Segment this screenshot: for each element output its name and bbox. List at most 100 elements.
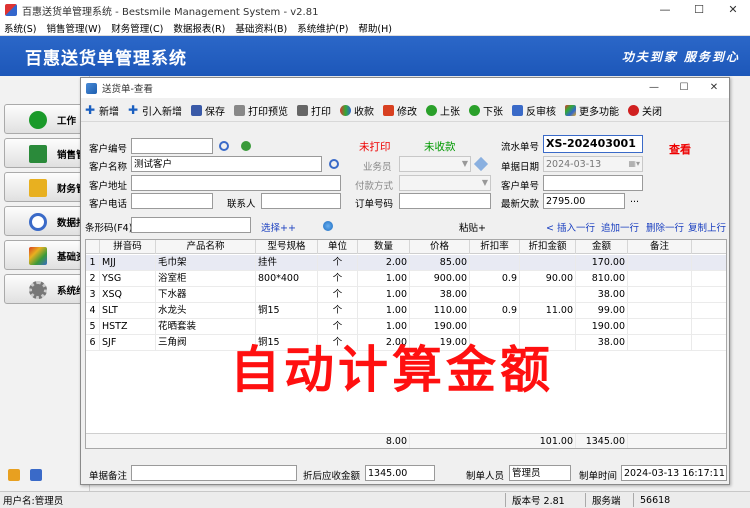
cell-pinyin-code[interactable]: XSQ	[100, 287, 156, 303]
sidebar-item-workbench[interactable]: 工作	[4, 104, 90, 134]
cell-price[interactable]: 38.00	[410, 287, 470, 303]
salesman-select[interactable]: ▼	[399, 156, 471, 172]
cell-amount[interactable]: 810.00	[576, 271, 628, 287]
cell-product-name[interactable]: 浴室柜	[156, 271, 256, 287]
cell-amount[interactable]: 170.00	[576, 255, 628, 271]
column-header[interactable]: 折扣金额	[520, 240, 576, 254]
cell-pinyin-code[interactable]: SJF	[100, 335, 156, 351]
more-dots-icon[interactable]: ...	[630, 194, 639, 205]
cell-model-spec[interactable]	[256, 287, 318, 303]
cell-price[interactable]: 85.00	[410, 255, 470, 271]
cell-price[interactable]: 110.00	[410, 303, 470, 319]
cell-unit[interactable]: 个	[318, 287, 358, 303]
cell-remark[interactable]	[628, 335, 692, 351]
copy-up-link[interactable]: 复制上行	[688, 220, 726, 234]
sidebar-item-sales[interactable]: 销售管	[4, 138, 90, 168]
payment-method-select[interactable]: ▼	[399, 175, 491, 191]
child-close-icon[interactable]: ✕	[699, 78, 729, 98]
cell-amount[interactable]: 190.00	[576, 319, 628, 335]
previous-button[interactable]: 上张	[426, 103, 460, 118]
document-date-field[interactable]: 2024-03-13 ▦▾	[543, 156, 643, 172]
cell-discount-rate[interactable]	[470, 255, 520, 271]
cell-pinyin-code[interactable]: HSTZ	[100, 319, 156, 335]
cell-pinyin-code[interactable]: SLT	[100, 303, 156, 319]
column-header[interactable]: 折扣率	[470, 240, 520, 254]
menu-sales[interactable]: 销售管理(W)	[46, 21, 101, 35]
insert-row-link[interactable]: < 插入一行	[546, 220, 595, 234]
table-row[interactable]: 3 XSQ 下水器个 1.00 38.00 38.00	[86, 287, 726, 303]
column-header[interactable]: 价格	[410, 240, 470, 254]
eraser-icon[interactable]	[473, 156, 489, 172]
maximize-icon[interactable]: ☐	[682, 0, 716, 20]
order-number-field[interactable]	[399, 193, 491, 209]
table-row[interactable]: 4 SLT 水龙头 铜15 个 1.00 110.00 0.9 11.00 99.00	[86, 303, 726, 319]
cell-product-name[interactable]: 毛巾架	[156, 255, 256, 271]
cell-amount[interactable]: 38.00	[576, 335, 628, 351]
cell-pinyin-code[interactable]: MJJ	[100, 255, 156, 271]
cell-unit[interactable]: 个	[318, 255, 358, 271]
menu-maintenance[interactable]: 系统维护(P)	[297, 21, 348, 35]
close-icon[interactable]: ✕	[716, 0, 750, 20]
search-icon[interactable]	[219, 141, 229, 151]
contact-field[interactable]	[261, 193, 341, 209]
cell-product-name[interactable]: 下水器	[156, 287, 256, 303]
paste-more-link[interactable]: 粘贴+	[459, 220, 486, 234]
refresh-icon[interactable]	[241, 141, 251, 151]
child-maximize-icon[interactable]: ☐	[669, 78, 699, 98]
serial-number-field[interactable]: XS-202403001	[543, 135, 643, 153]
print-preview-button[interactable]: 打印预览	[234, 103, 288, 118]
cell-amount[interactable]: 38.00	[576, 287, 628, 303]
cell-discount-amount[interactable]	[520, 287, 576, 303]
column-header[interactable]: 单位	[318, 240, 358, 254]
column-header[interactable]: 备注	[628, 240, 692, 254]
delete-row-link[interactable]: 删除一行	[646, 220, 684, 234]
unapprove-button[interactable]: 反审核	[512, 103, 556, 118]
sidebar-item-basic[interactable]: 基础资	[4, 240, 90, 270]
customer-name-field[interactable]: 测试客户	[131, 156, 322, 172]
column-header[interactable]: 拼音码	[100, 240, 156, 254]
cell-discount-amount[interactable]: 11.00	[520, 303, 576, 319]
cell-remark[interactable]	[628, 319, 692, 335]
save-button[interactable]: 保存	[191, 103, 225, 118]
more-functions-button[interactable]: 更多功能	[565, 103, 619, 118]
cell-model-spec[interactable]: 铜15	[256, 303, 318, 319]
table-row[interactable]: 1 MJJ 毛巾架 挂件个 2.00 85.00 170.00	[86, 255, 726, 271]
print-button[interactable]: 打印	[297, 103, 331, 118]
cell-product-name[interactable]: 水龙头	[156, 303, 256, 319]
table-row[interactable]: 2 YSG 浴室柜 800*400 个 1.00 900.00 0.9 90.00 810.00	[86, 271, 726, 287]
cell-discount-rate[interactable]	[470, 287, 520, 303]
menu-basic-data[interactable]: 基础资料(B)	[235, 21, 287, 35]
customer-address-field[interactable]	[131, 175, 341, 191]
close-button[interactable]: 关闭	[628, 103, 662, 118]
select-more-link[interactable]: 选择++	[261, 220, 296, 234]
column-header[interactable]: 型号规格	[256, 240, 318, 254]
customer-phone-field[interactable]	[131, 193, 213, 209]
column-header[interactable]: 产品名称	[156, 240, 256, 254]
cell-price[interactable]: 900.00	[410, 271, 470, 287]
cell-quantity[interactable]: 2.00	[358, 255, 410, 271]
append-row-link[interactable]: 追加一行	[601, 220, 639, 234]
barcode-input[interactable]	[131, 217, 251, 233]
cell-model-spec[interactable]: 800*400	[256, 271, 318, 287]
cell-remark[interactable]	[628, 271, 692, 287]
search-icon[interactable]	[329, 159, 339, 169]
customer-order-field[interactable]	[543, 175, 643, 191]
cell-quantity[interactable]: 1.00	[358, 271, 410, 287]
cell-remark[interactable]	[628, 303, 692, 319]
cell-discount-rate[interactable]: 0.9	[470, 303, 520, 319]
cell-quantity[interactable]: 1.00	[358, 303, 410, 319]
menu-finance[interactable]: 财务管理(C)	[111, 21, 163, 35]
cell-remark[interactable]	[628, 287, 692, 303]
tray-icon[interactable]	[30, 469, 42, 481]
column-header[interactable]: 金额	[576, 240, 628, 254]
cell-pinyin-code[interactable]: YSG	[100, 271, 156, 287]
column-header[interactable]: 数量	[358, 240, 410, 254]
sidebar-item-finance[interactable]: 财务管	[4, 172, 90, 202]
edit-button[interactable]: 修改	[383, 103, 417, 118]
cell-unit[interactable]: 个	[318, 303, 358, 319]
cell-amount[interactable]: 99.00	[576, 303, 628, 319]
globe-icon[interactable]	[323, 221, 333, 231]
cell-discount-amount[interactable]: 90.00	[520, 271, 576, 287]
menu-help[interactable]: 帮助(H)	[358, 21, 392, 35]
cell-model-spec[interactable]: 挂件	[256, 255, 318, 271]
